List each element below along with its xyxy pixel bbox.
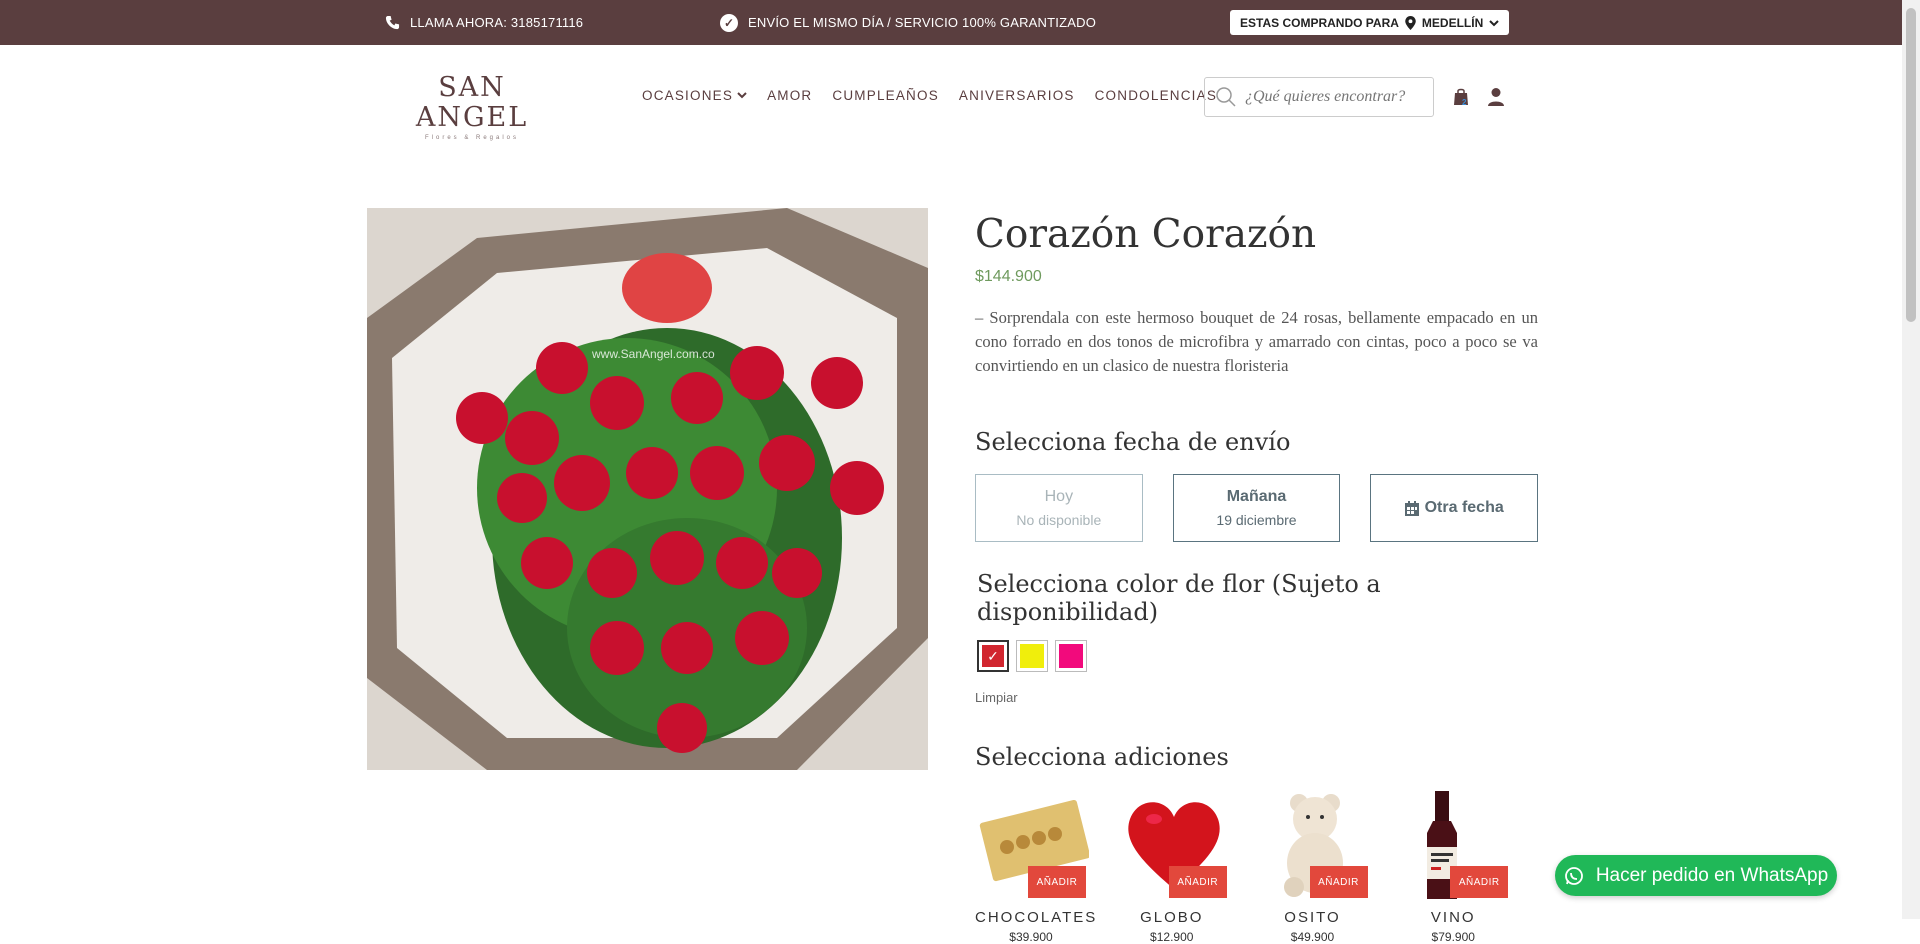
check-icon: ✓ [982,645,1004,667]
logo-name: SAN ANGEL [415,72,529,133]
color-title: Selecciona color de flor (Sujeto a dispo… [977,570,1381,626]
product-description: – Sorprendala con este hermoso bouquet d… [975,308,1538,375]
account-button[interactable] [1484,85,1508,109]
whatsapp-icon [1564,866,1583,885]
addon-name: CHOCOLATES [975,909,1098,926]
date-option-today[interactable]: Hoy No disponible [975,474,1143,542]
shipping-info: ✓ ENVÍO EL MISMO DÍA / SERVICIO 100% GAR… [720,0,1096,45]
swatch-pink[interactable] [1055,640,1087,672]
teddy-bear-image[interactable]: AÑADIR [1259,789,1371,901]
add-button[interactable]: AÑADIR [1450,866,1509,898]
nav-ocasiones[interactable]: OCASIONES [642,88,747,103]
date-option-other[interactable]: Otra fecha [1370,474,1539,542]
shipping-text: ENVÍO EL MISMO DÍA / SERVICIO 100% GARAN… [748,15,1097,30]
addon-price: $39.900 [1009,930,1053,944]
balloon-image[interactable]: AÑADIR [1118,789,1230,901]
add-button[interactable]: AÑADIR [1168,866,1227,898]
addon-price: $49.900 [1290,930,1335,944]
delivery-options: Hoy No disponible Mañana 19 diciembre Ot… [975,474,1539,542]
addon-item: AÑADIR GLOBO $12.900 [1116,789,1257,944]
addons-title: Selecciona adiciones [975,743,1229,771]
date-option-sub: 19 diciembre [1216,512,1297,528]
addon-item: AÑADIR CHOCOLATES $39.900 [975,789,1116,944]
nav-condolencias[interactable]: CONDOLENCIAS [1095,88,1217,103]
chevron-down-icon [737,92,747,99]
user-icon [1488,88,1504,106]
date-option-label: Otra fecha [1424,499,1504,516]
nav-cumpleanos[interactable]: CUMPLEAÑOS [832,88,939,103]
addon-name: GLOBO [1140,909,1204,926]
main-nav: OCASIONES AMOR CUMPLEAÑOS ANIVERSARIOS C… [642,45,1217,145]
date-option-label: Mañana [1226,488,1287,505]
date-option-tomorrow[interactable]: Mañana 19 diciembre [1172,474,1341,542]
search-box [1204,77,1434,117]
scrollbar-thumb[interactable] [1906,8,1916,322]
wine-image[interactable]: AÑADIR [1399,789,1511,901]
delivery-title: Selecciona fecha de envío [975,428,1291,456]
check-circle-icon: ✓ [720,13,738,32]
search-icon[interactable] [1215,86,1237,108]
add-button[interactable]: AÑADIR [1028,866,1086,898]
phone-icon [385,15,400,30]
buying-for-label: ESTAS COMPRANDO PARA [1240,15,1399,30]
nav-label: OCASIONES [642,87,734,103]
cart-button[interactable]: 2 [1449,85,1473,109]
swatch-red[interactable]: ✓ [977,640,1009,672]
add-button[interactable]: AÑADIR [1309,866,1368,898]
addons-list: AÑADIR CHOCOLATES $39.900 AÑADIR GLOBO $… [975,789,1538,944]
color-swatches: ✓ [977,640,1538,672]
phone-info[interactable]: LLAMA AHORA: 3185171116 [385,0,583,45]
logo-tagline: Flores & Regalos [424,135,520,141]
search-input[interactable] [1245,88,1425,106]
page-scrollbar[interactable] [1902,0,1920,919]
date-option-sub: No disponible [1016,512,1102,528]
chevron-down-icon [1489,19,1499,26]
city-name: MEDELLÍN [1421,15,1484,30]
shopping-bag-icon [1454,88,1468,105]
clear-link[interactable]: Limpiar [975,690,1538,705]
whatsapp-order-button[interactable]: Hacer pedido en WhatsApp [1555,855,1837,896]
addon-price: $79.900 [1431,930,1475,944]
top-bar: LLAMA AHORA: 3185171116 ✓ ENVÍO EL MISMO… [0,0,1902,45]
product-price: $144.900 [975,268,1042,285]
bouquet-illustration: www.SanAngel.com.co [367,208,928,770]
addon-name: OSITO [1284,909,1341,926]
city-selector[interactable]: ESTAS COMPRANDO PARA MEDELLÍN [1230,10,1510,35]
addon-name: VINO [1430,909,1476,926]
addon-item: AÑADIR OSITO $49.900 [1257,789,1398,944]
product-title: Corazón Corazón [975,212,1317,257]
product-info: Corazón Corazón $144.900 – Sorprendala c… [975,208,1539,944]
calendar-icon [1404,500,1419,516]
nav-amor[interactable]: AMOR [767,88,812,103]
nav-aniversarios[interactable]: ANIVERSARIOS [959,88,1075,103]
site-logo[interactable]: SAN ANGEL Flores & Regalos [388,73,556,142]
addon-item: AÑADIR VINO $79.900 [1397,789,1538,944]
whatsapp-label: Hacer pedido en WhatsApp [1595,864,1829,886]
swatch-yellow[interactable] [1016,640,1048,672]
date-option-label: Hoy [1044,488,1074,505]
chocolates-image[interactable]: AÑADIR [977,789,1091,901]
image-watermark: www.SanAngel.com.co [591,347,715,361]
addon-price: $12.900 [1150,930,1194,944]
site-header: SAN ANGEL Flores & Regalos OCASIONES AMO… [0,45,1902,145]
product-image[interactable]: www.SanAngel.com.co [367,208,928,770]
cart-count: 2 [1462,98,1467,107]
phone-text: LLAMA AHORA: 3185171116 [410,15,584,30]
map-pin-icon [1405,15,1416,30]
